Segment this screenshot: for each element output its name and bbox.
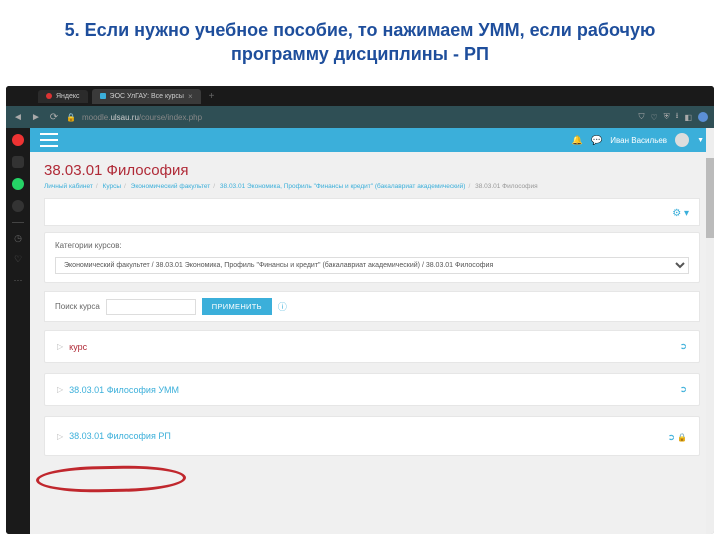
crumb-courses[interactable]: Курсы bbox=[103, 183, 122, 190]
browser-tab-yandex[interactable]: Яндекс bbox=[38, 90, 88, 103]
chevron-down-icon: ▼ bbox=[697, 137, 704, 144]
course-link[interactable]: 38.03.01 Философия УММ bbox=[69, 385, 179, 395]
address-bar: ◄ ► ⟳ 🔒 moodle.moodle.ulsau.ruulsau.ru/c… bbox=[6, 106, 714, 128]
crumb-current: 38.03.01 Философия bbox=[475, 183, 538, 190]
slide-title: 5. Если нужно учебное пособие, то нажима… bbox=[0, 0, 720, 79]
course-item-kurs[interactable]: ▷ курс ➲ bbox=[44, 330, 700, 363]
tab-label: Яндекс bbox=[56, 93, 80, 100]
hamburger-icon[interactable] bbox=[40, 133, 58, 147]
search-label: Поиск курса bbox=[55, 302, 100, 311]
gear-icon[interactable]: ⚙ ▾ bbox=[672, 208, 689, 219]
moodle-navbar: 🔔 💬 Иван Васильев ▼ bbox=[30, 128, 714, 152]
moodle-icon bbox=[100, 93, 106, 99]
lock-icon: 🔒 bbox=[677, 433, 687, 442]
search-row: Поиск курса ПРИМЕНИТЬ ⓘ bbox=[44, 291, 700, 322]
scrollbar[interactable] bbox=[706, 128, 714, 534]
download-icon[interactable]: ⭳ bbox=[676, 110, 679, 124]
enter-icon[interactable]: ➲ bbox=[667, 432, 675, 442]
browser-window: Яндекс ЭОС УлГАУ: Все курсы × + ◄ ► ⟳ 🔒 … bbox=[6, 86, 714, 534]
addr-icons: ⛉ ♡ ⛨ ⭳ ◧ bbox=[638, 110, 708, 124]
page-title: 38.03.01 Философия bbox=[44, 162, 700, 179]
browser-tab-moodle[interactable]: ЭОС УлГАУ: Все курсы × bbox=[92, 89, 201, 104]
sidebar-icon-2[interactable] bbox=[12, 156, 24, 168]
course-item-rp[interactable]: ▷ 38.03.01 Философия РП ➲🔒 bbox=[44, 416, 700, 456]
enter-icon[interactable]: ➲ bbox=[679, 384, 687, 395]
more-icon[interactable]: ⋯ bbox=[14, 275, 23, 286]
avatar bbox=[675, 133, 689, 147]
triangle-icon: ▷ bbox=[57, 432, 63, 441]
sidebar-icon-4[interactable] bbox=[12, 200, 24, 212]
enter-icon[interactable]: ➲ bbox=[679, 341, 687, 352]
url-field[interactable]: moodle.moodle.ulsau.ruulsau.ru/course/in… bbox=[82, 113, 632, 122]
category-select[interactable]: Экономический факультет / 38.03.01 Эконо… bbox=[55, 257, 689, 274]
back-button[interactable]: ◄ bbox=[12, 112, 24, 123]
crumb-program[interactable]: 38.03.01 Экономика, Профиль "Финансы и к… bbox=[220, 183, 466, 190]
search-input[interactable] bbox=[106, 299, 196, 315]
whatsapp-icon[interactable] bbox=[12, 178, 24, 190]
bell-icon[interactable]: 🔔 bbox=[572, 135, 583, 146]
opera-sidebar: ◷ ♡ ⋯ bbox=[6, 128, 30, 534]
chat-icon[interactable]: 💬 bbox=[591, 135, 602, 146]
scrollbar-thumb[interactable] bbox=[706, 158, 714, 238]
settings-row: ⚙ ▾ bbox=[44, 198, 700, 226]
lock-icon: 🔒 bbox=[66, 113, 76, 122]
forward-button[interactable]: ► bbox=[30, 112, 42, 123]
ext-icon[interactable]: ◧ bbox=[684, 113, 692, 122]
heart-icon[interactable]: ♡ bbox=[650, 113, 657, 122]
new-tab-button[interactable]: + bbox=[209, 91, 215, 102]
sidebar-icon-1[interactable] bbox=[12, 134, 24, 146]
page-content: 🔔 💬 Иван Васильев ▼ 38.03.01 Философия Л… bbox=[30, 128, 714, 534]
category-card: Категории курсов: Экономический факульте… bbox=[44, 232, 700, 283]
course-link[interactable]: курс bbox=[69, 342, 87, 352]
tab-strip: Яндекс ЭОС УлГАУ: Все курсы × + bbox=[6, 86, 714, 106]
profile-icon[interactable] bbox=[698, 112, 708, 122]
triangle-icon: ▷ bbox=[57, 342, 63, 351]
yandex-icon bbox=[46, 93, 52, 99]
category-label: Категории курсов: bbox=[55, 241, 689, 250]
breadcrumb: Личный кабинет/ Курсы/ Экономический фак… bbox=[44, 183, 700, 190]
crumb-faculty[interactable]: Экономический факультет bbox=[131, 183, 211, 190]
help-icon[interactable]: ⓘ bbox=[278, 300, 287, 313]
user-name: Иван Васильев bbox=[610, 136, 667, 145]
vpn-icon[interactable]: ⛉ bbox=[638, 112, 644, 122]
divider bbox=[12, 222, 24, 223]
shield-icon[interactable]: ⛨ bbox=[664, 112, 670, 122]
history-icon[interactable]: ◷ bbox=[14, 233, 22, 244]
apply-button[interactable]: ПРИМЕНИТЬ bbox=[202, 298, 272, 315]
tab-label: ЭОС УлГАУ: Все курсы bbox=[110, 93, 184, 100]
close-icon[interactable]: × bbox=[188, 92, 193, 101]
reload-button[interactable]: ⟳ bbox=[48, 112, 60, 123]
crumb-home[interactable]: Личный кабинет bbox=[44, 183, 93, 190]
course-item-umm[interactable]: ▷ 38.03.01 Философия УММ ➲ bbox=[44, 373, 700, 406]
user-menu[interactable]: 🔔 💬 Иван Васильев ▼ bbox=[572, 133, 704, 147]
course-link[interactable]: 38.03.01 Философия РП bbox=[69, 431, 171, 441]
bookmark-icon[interactable]: ♡ bbox=[14, 254, 22, 265]
triangle-icon: ▷ bbox=[57, 385, 63, 394]
